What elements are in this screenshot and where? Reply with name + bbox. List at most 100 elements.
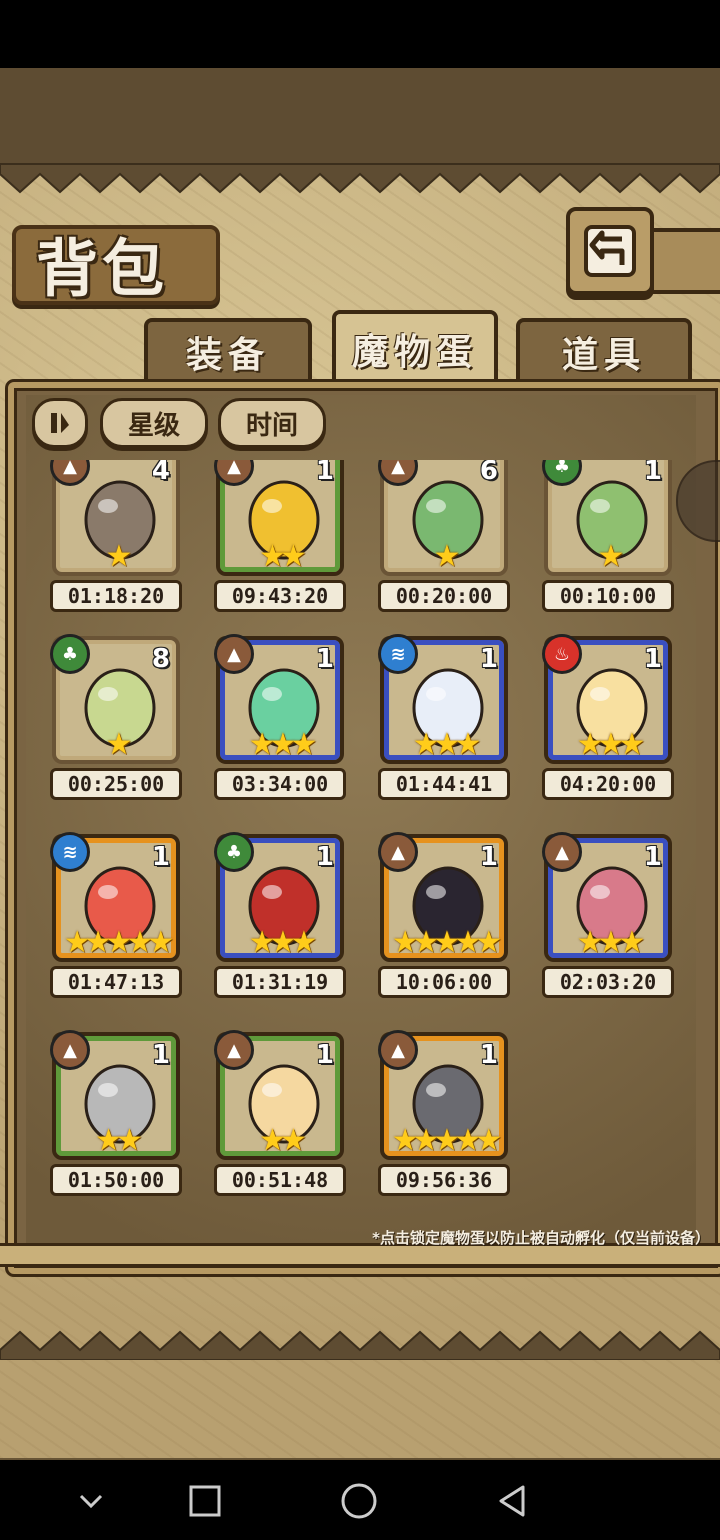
star-icon: ★ <box>105 539 133 574</box>
star-rating: ★★ <box>220 542 340 572</box>
star-rating: ★★ <box>220 1126 340 1156</box>
back-button[interactable] <box>566 207 654 295</box>
egg-count: 4 <box>151 460 170 486</box>
egg-slot[interactable]: 1 ★★★ ♨ 04:20:00 <box>536 634 690 810</box>
star-icon: ★ <box>412 1123 440 1158</box>
egg-slot[interactable]: 4 ★ ▲ 01:18:20 <box>44 460 214 622</box>
hatch-timer: 02:03:20 <box>542 966 674 998</box>
egg-card[interactable]: 1 ★ ♣ <box>542 460 672 576</box>
page-title: 背包 <box>36 232 169 305</box>
star-rating: ★★ <box>56 1126 176 1156</box>
egg-slot[interactable]: 1 ★★ ▲ 01:50:00 <box>44 1030 214 1206</box>
star-icon: ★ <box>105 727 133 762</box>
star-icon: ★ <box>126 925 153 960</box>
star-icon: ★ <box>433 925 461 960</box>
lock-hint-text: *点击锁定魔物蛋以防止被自动孵化（仅当前设备） <box>372 1229 710 1247</box>
star-icon: ★ <box>269 925 297 960</box>
egg-card[interactable]: 1 ★★★★★ ▲ <box>378 1030 508 1160</box>
star-rating: ★★★★★ <box>56 928 176 958</box>
sort-by-time-button[interactable]: 时间 <box>218 398 326 448</box>
tab-equipment[interactable]: 装备 <box>144 318 312 382</box>
egg-card[interactable]: 1 ★★★ ♣ <box>214 832 344 962</box>
star-icon: ★ <box>412 925 440 960</box>
egg-card[interactable]: 1 ★★★★★ ▲ <box>378 832 508 962</box>
star-icon: ★ <box>63 925 91 960</box>
egg-slot[interactable]: 1 ★★★ ♣ 01:31:19 <box>208 832 378 1008</box>
hatch-timer: 09:56:36 <box>378 1164 510 1196</box>
sort-toggle-button[interactable] <box>32 398 88 448</box>
water-element-icon: ≋ <box>378 634 418 674</box>
star-icon: ★ <box>412 727 440 762</box>
back-rail <box>646 228 720 294</box>
star-rating: ★★★ <box>548 928 668 958</box>
egg-count: 1 <box>151 1040 170 1070</box>
egg-count: 1 <box>315 842 334 872</box>
egg-slot[interactable]: 1 ★★ ▲ 00:51:48 <box>208 1030 378 1206</box>
star-icon: ★ <box>475 1123 502 1158</box>
earth-element-icon: ▲ <box>214 634 254 674</box>
egg-slot[interactable]: 1 ★★★★★ ▲ 10:06:00 <box>372 832 542 1008</box>
star-rating: ★★★ <box>548 730 668 760</box>
star-rating: ★★★ <box>220 928 340 958</box>
nav-collapse-button[interactable] <box>68 1478 114 1524</box>
star-icon: ★ <box>248 727 276 762</box>
nav-collapse-icon <box>79 1494 103 1509</box>
egg-slot[interactable]: 8 ★ ♣ 00:25:00 <box>44 634 214 810</box>
star-icon: ★ <box>290 925 317 960</box>
egg-card[interactable]: 1 ★★★ ▲ <box>542 832 672 962</box>
hatch-timer: 00:10:00 <box>542 580 674 612</box>
star-icon: ★ <box>95 1123 122 1158</box>
egg-slot[interactable]: 1 ★ ♣ 00:10:00 <box>536 460 690 622</box>
star-icon: ★ <box>105 925 133 960</box>
egg-card[interactable]: 1 ★★★ ≋ <box>378 634 508 764</box>
fire-element-icon: ♨ <box>542 634 582 674</box>
tab-label: 装备 <box>185 334 270 376</box>
star-icon: ★ <box>280 539 307 574</box>
sort-by-star-button[interactable]: 星级 <box>100 398 208 448</box>
egg-card[interactable]: 8 ★ ♣ <box>50 634 180 764</box>
star-icon: ★ <box>84 925 112 960</box>
egg-slot[interactable]: 6 ★ ▲ 00:20:00 <box>372 460 542 622</box>
egg-card[interactable]: 1 ★★ ▲ <box>214 460 344 576</box>
nav-recents-icon <box>189 1485 221 1517</box>
egg-card[interactable]: 4 ★ ▲ <box>50 460 180 576</box>
hatch-timer: 00:51:48 <box>214 1164 346 1196</box>
egg-card[interactable]: 1 ★★★ ♨ <box>542 634 672 764</box>
egg-slot[interactable]: 1 ★★★ ≋ 01:44:41 <box>372 634 542 810</box>
egg-count: 1 <box>643 644 662 674</box>
egg-count: 1 <box>479 842 498 872</box>
egg-slot[interactable]: 1 ★★★ ▲ 02:03:20 <box>536 832 690 1008</box>
hatch-timer: 03:34:00 <box>214 768 346 800</box>
earth-element-icon: ▲ <box>214 1030 254 1070</box>
star-icon: ★ <box>280 1123 307 1158</box>
nav-home-button[interactable] <box>336 1478 382 1524</box>
egg-slot[interactable]: 1 ★★★ ▲ 03:34:00 <box>208 634 378 810</box>
earth-element-icon: ▲ <box>378 1030 418 1070</box>
star-icon: ★ <box>248 925 276 960</box>
egg-count: 1 <box>315 460 334 486</box>
star-rating: ★★★ <box>384 730 504 760</box>
egg-slot[interactable]: 1 ★★★★★ ≋ 01:47:13 <box>44 832 214 1008</box>
egg-slot[interactable]: 1 ★★ ▲ 09:43:20 <box>208 460 378 622</box>
nav-recents-button[interactable] <box>182 1478 228 1524</box>
tab-monster-eggs[interactable]: 魔物蛋 <box>332 310 498 384</box>
tab-items[interactable]: 道具 <box>516 318 692 382</box>
status-bar <box>0 0 720 68</box>
egg-card[interactable]: 1 ★★★★★ ≋ <box>50 832 180 962</box>
leaf-element-icon: ♣ <box>214 832 254 872</box>
egg-slot[interactable]: 1 ★★★★★ ▲ 09:56:36 <box>372 1030 542 1206</box>
egg-card[interactable]: 1 ★★★ ▲ <box>214 634 344 764</box>
hatch-timer: 10:06:00 <box>378 966 510 998</box>
egg-count: 1 <box>479 1040 498 1070</box>
egg-card[interactable]: 6 ★ ▲ <box>378 460 508 576</box>
egg-count: 1 <box>643 842 662 872</box>
egg-count: 1 <box>479 644 498 674</box>
star-icon: ★ <box>433 1123 461 1158</box>
nav-back-button[interactable] <box>490 1478 536 1524</box>
egg-count: 1 <box>315 1040 334 1070</box>
zigzag-top-border <box>0 164 720 194</box>
star-icon: ★ <box>475 925 502 960</box>
egg-card[interactable]: 1 ★★ ▲ <box>50 1030 180 1160</box>
star-icon: ★ <box>433 727 461 762</box>
egg-card[interactable]: 1 ★★ ▲ <box>214 1030 344 1160</box>
